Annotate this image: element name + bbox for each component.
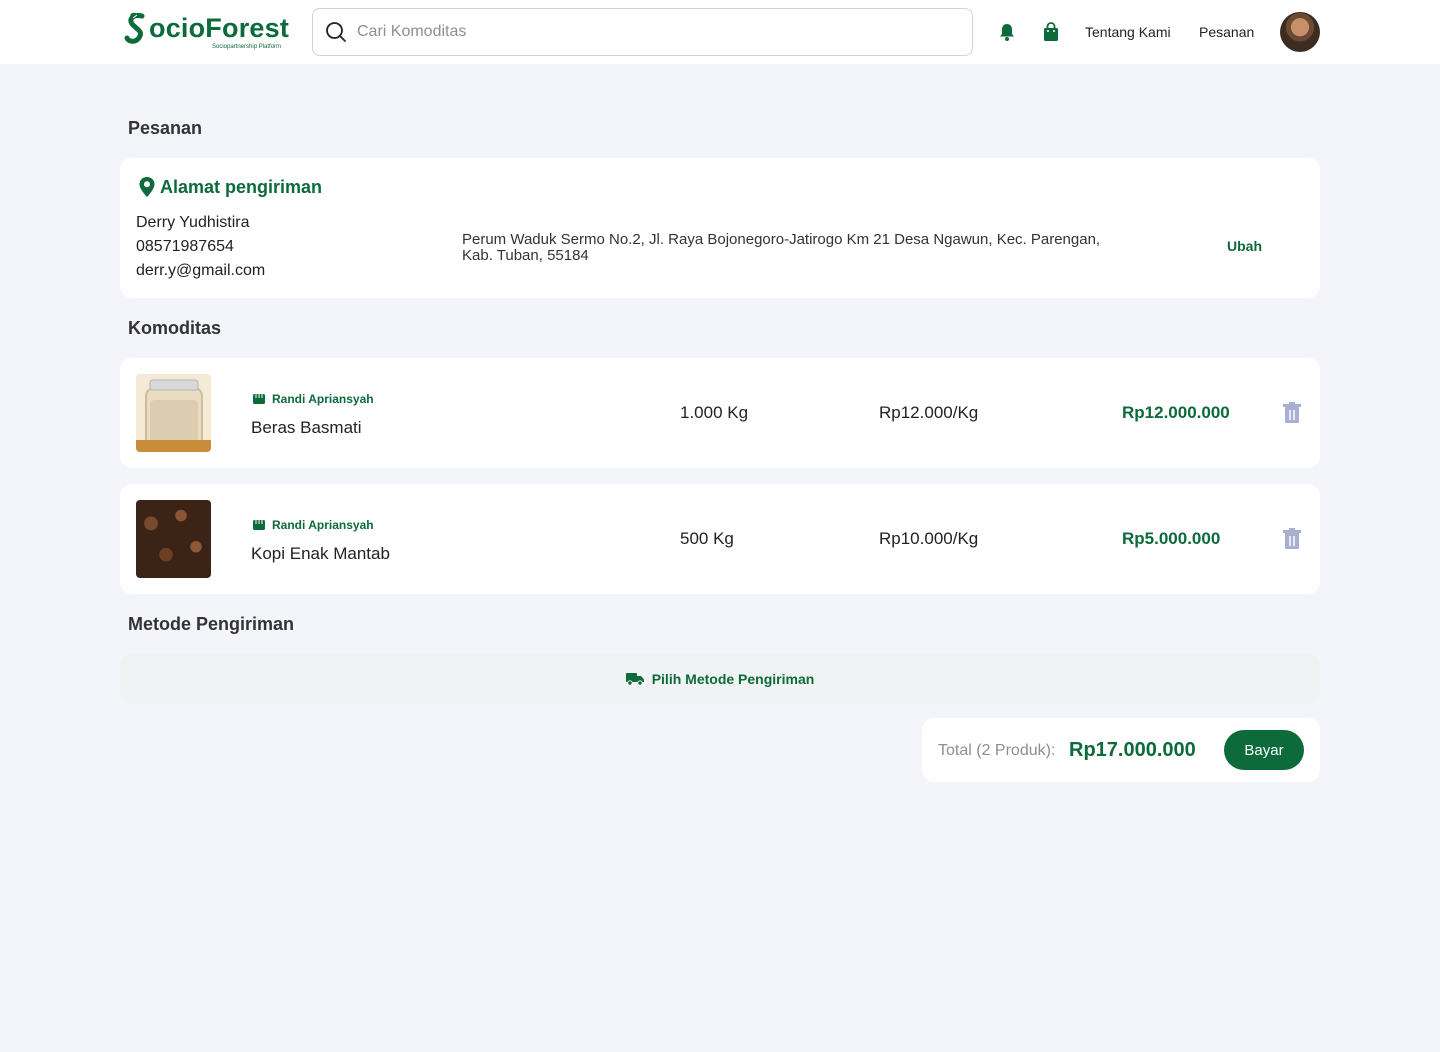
user-avatar[interactable] — [1280, 12, 1320, 52]
logo-tagline: Sociopartnership Platform — [212, 44, 282, 50]
seller-info[interactable]: Randi Apriansyah — [252, 392, 374, 406]
product-quantity: 1.000 Kg — [680, 403, 749, 422]
page-title: Pesanan — [128, 118, 203, 138]
seller-name: Randi Apriansyah — [272, 392, 374, 406]
search-input[interactable] — [357, 23, 937, 41]
commodity-row: Randi Apriansyah Beras Basmati 1.000 Kg … — [120, 358, 1320, 468]
full-address: Perum Waduk Sermo No.2, Jl. Raya Bojoneg… — [462, 232, 1182, 264]
shipping-address-card: Alamat pengiriman Derry Yudhistira 08571… — [120, 158, 1320, 298]
full-address-line-1: Perum Waduk Sermo No.2, Jl. Raya Bojoneg… — [462, 231, 1101, 248]
choose-shipping-label: Pilih Metode Pengiriman — [651, 671, 815, 687]
nav-link-tentang-kami[interactable]: Tentang Kami — [1085, 24, 1171, 40]
store-icon — [253, 394, 265, 404]
pay-button[interactable]: Bayar — [1224, 730, 1304, 770]
address-heading: Alamat pengiriman — [138, 176, 322, 198]
choose-shipping-method-button[interactable]: Pilih Metode Pengiriman — [120, 654, 1320, 704]
logo-leaf-s-icon — [124, 12, 145, 44]
commodity-row: Randi Apriansyah Kopi Enak Mantab 500 Kg… — [120, 484, 1320, 594]
search-icon — [326, 22, 346, 42]
location-pin-icon — [139, 177, 155, 197]
product-subtotal: Rp5.000.000 — [1122, 529, 1221, 548]
seller-info[interactable]: Randi Apriansyah — [252, 518, 374, 532]
logo-text: ocioForest — [149, 13, 290, 43]
product-image-kopi-enak-mantab[interactable] — [136, 500, 211, 578]
truck-icon — [625, 673, 644, 686]
shipping-method-title: Metode Pengiriman — [128, 614, 295, 634]
search-bar[interactable] — [312, 8, 973, 56]
product-quantity: 500 Kg — [680, 529, 734, 548]
recipient-name: Derry Yudhistira — [136, 214, 250, 231]
recipient-email: derr.y@gmail.com — [136, 262, 266, 279]
bell-icon[interactable] — [998, 22, 1016, 42]
product-unit-price: Rp10.000/Kg — [879, 529, 979, 548]
recipient-phone: 08571987654 — [136, 238, 234, 255]
order-total-card: Total (2 Produk): Rp17.000.000 Bayar — [922, 718, 1320, 782]
rice-jar-illustration — [136, 374, 211, 452]
product-image-beras-basmati[interactable] — [136, 374, 211, 452]
product-name[interactable]: Kopi Enak Mantab — [251, 544, 390, 564]
commodities-title: Komoditas — [128, 318, 222, 338]
product-subtotal: Rp12.000.000 — [1122, 403, 1230, 422]
product-unit-price: Rp12.000/Kg — [879, 403, 979, 422]
address-heading-label: Alamat pengiriman — [160, 176, 323, 197]
nav-link-pesanan[interactable]: Pesanan — [1199, 24, 1254, 40]
trash-icon[interactable] — [1282, 402, 1302, 424]
seller-name: Randi Apriansyah — [272, 518, 374, 532]
trash-icon[interactable] — [1282, 528, 1302, 550]
change-address-button[interactable]: Ubah — [1227, 238, 1262, 254]
total-amount: Rp17.000.000 — [1069, 739, 1196, 761]
product-name[interactable]: Beras Basmati — [251, 418, 362, 438]
shopping-bag-icon[interactable] — [1042, 22, 1060, 42]
store-icon — [253, 520, 265, 530]
socioforest-logo[interactable]: ocioForest Sociopartnership Platform — [124, 12, 292, 56]
top-navbar: ocioForest Sociopartnership Platform Ten… — [0, 0, 1440, 64]
total-label: Total (2 Produk): — [938, 742, 1056, 759]
full-address-line-2: Kab. Tuban, 55184 — [462, 247, 589, 264]
